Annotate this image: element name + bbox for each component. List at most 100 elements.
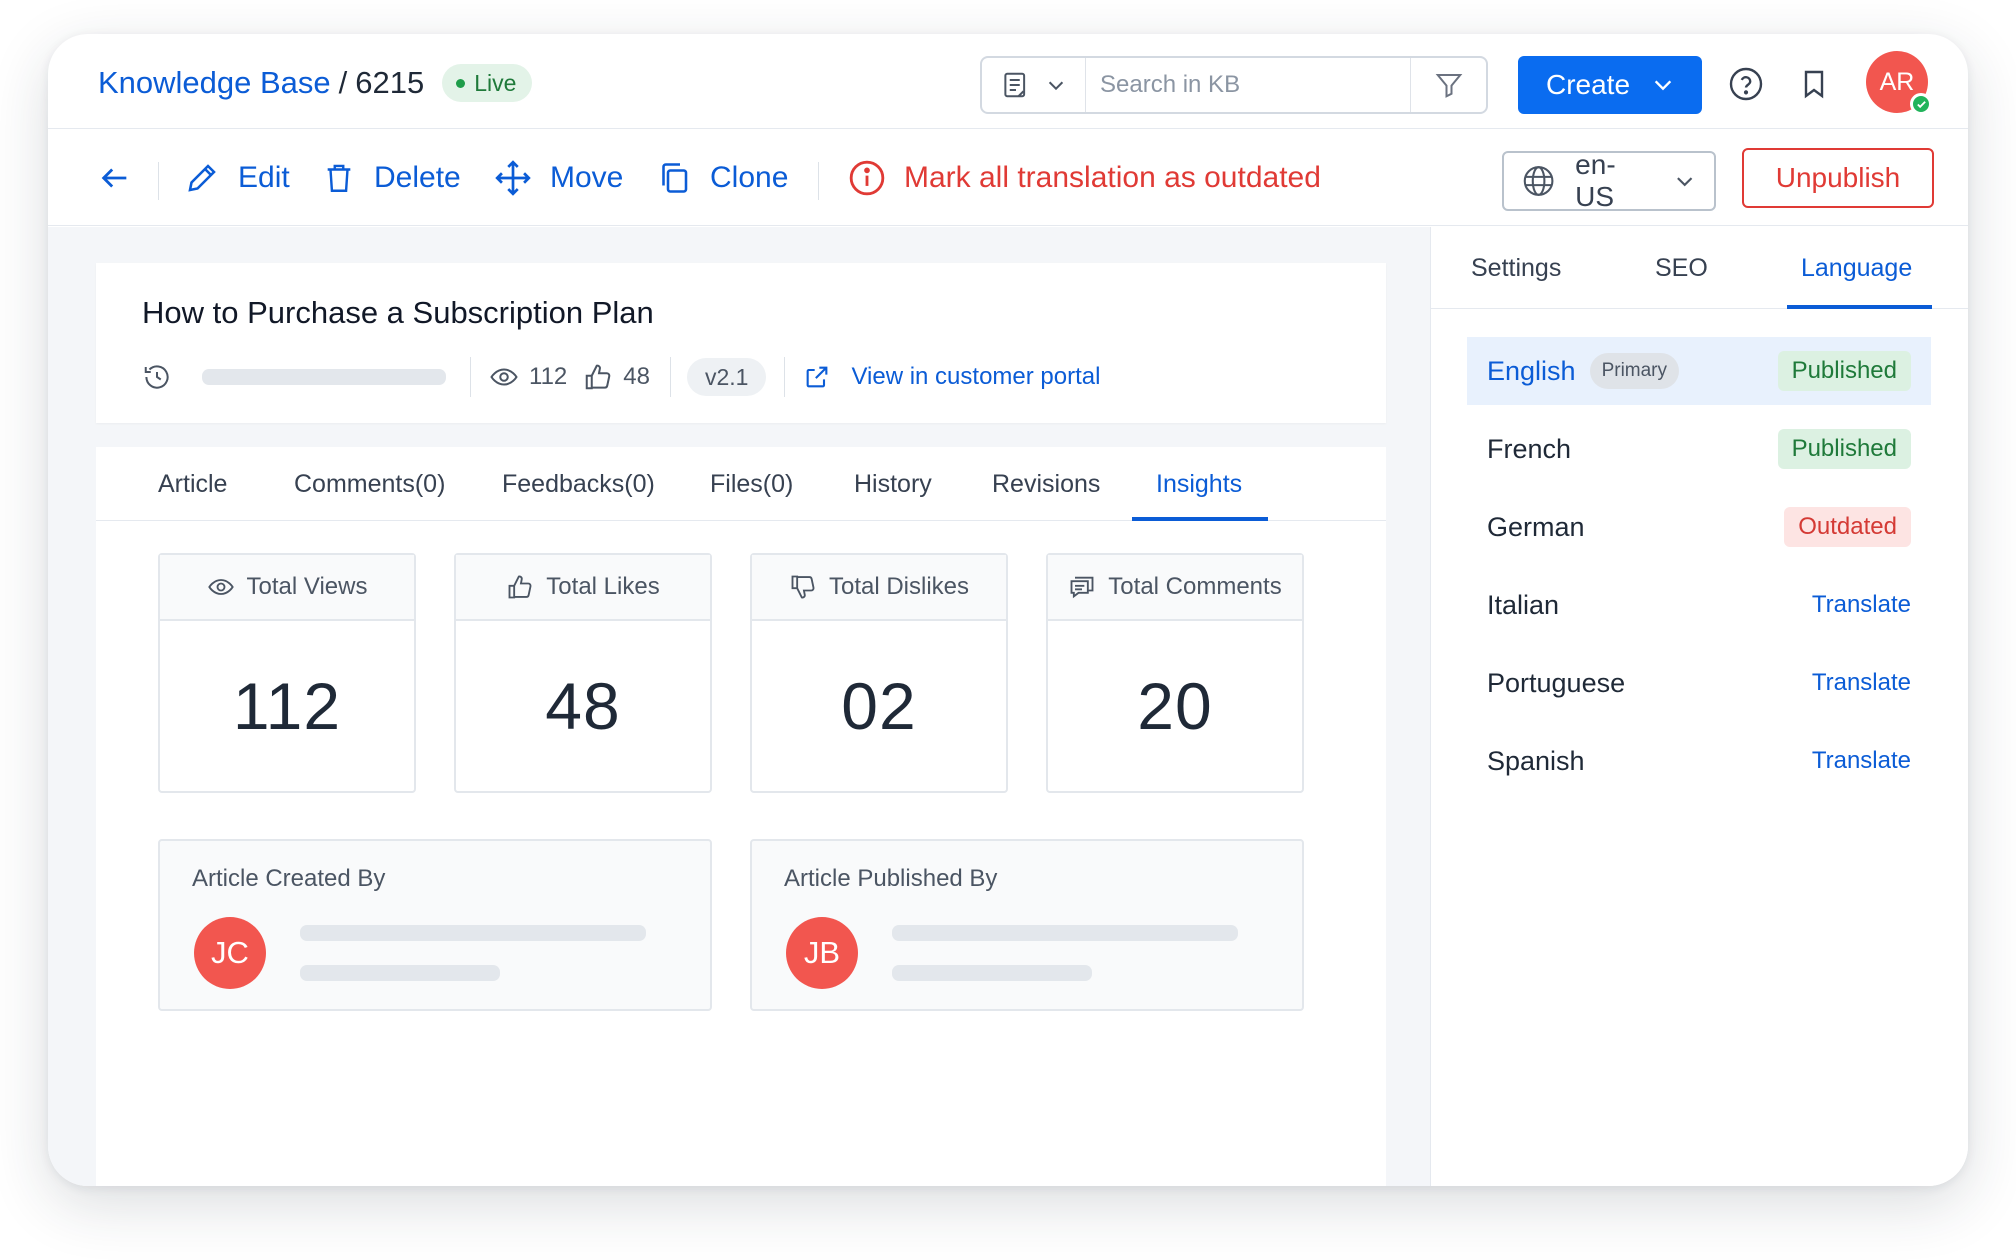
mark-outdated-button[interactable]: Mark all translation as outdated: [848, 130, 1321, 226]
meta-divider: [669, 357, 671, 397]
views-count: 112: [529, 363, 568, 390]
created-by-card: Article Created By JC: [158, 839, 712, 1011]
pencil-icon: [188, 164, 216, 192]
tab-files[interactable]: Files(0): [710, 447, 793, 521]
unpublish-button[interactable]: Unpublish: [1742, 148, 1934, 208]
creator-avatar[interactable]: JC: [194, 917, 266, 989]
help-button[interactable]: [1728, 66, 1764, 107]
translate-link[interactable]: Translate: [1812, 663, 1911, 703]
tab-feedbacks[interactable]: Feedbacks(0): [502, 447, 655, 521]
filter-button[interactable]: [1410, 58, 1486, 112]
unpublish-label: Unpublish: [1775, 162, 1901, 193]
language-name: English: [1487, 355, 1576, 386]
language-row-portuguese: Portuguese Translate: [1467, 649, 1931, 717]
status-badge: Published: [1777, 351, 1911, 391]
create-button[interactable]: Create: [1518, 56, 1702, 114]
stat-card-header: Total Dislikes: [752, 555, 1006, 621]
live-dot-icon: [456, 78, 466, 88]
globe-icon: [1523, 166, 1554, 196]
breadcrumb-separator: /: [338, 65, 348, 100]
breadcrumb-knowledge-base-link[interactable]: Knowledge Base: [98, 65, 331, 101]
history-icon[interactable]: [142, 362, 172, 392]
back-button[interactable]: [98, 130, 132, 226]
language-name: Spanish: [1487, 745, 1585, 776]
main-content: How to Purchase a Subscription Plan 112 …: [48, 227, 1430, 1186]
tab-seo[interactable]: SEO: [1655, 227, 1708, 309]
arrow-left-icon: [101, 168, 127, 188]
stat-label: Total Comments: [1108, 573, 1282, 600]
edit-button[interactable]: Edit: [184, 130, 290, 226]
bookmark-button[interactable]: [1798, 66, 1830, 107]
language-row-italian: Italian Translate: [1467, 571, 1931, 639]
translate-link[interactable]: Translate: [1812, 585, 1911, 625]
comments-icon: [1070, 576, 1094, 599]
translate-link[interactable]: Translate: [1812, 741, 1911, 781]
tab-history[interactable]: History: [854, 447, 932, 521]
stat-label: Total Dislikes: [828, 573, 970, 600]
stat-card-views: Total Views 112: [158, 553, 416, 793]
search-scope-dropdown[interactable]: [982, 58, 1086, 112]
delete-button[interactable]: Delete: [322, 130, 461, 226]
top-header: Knowledge Base / 6215 Live Create: [48, 34, 1968, 129]
tab-insights[interactable]: Insights: [1156, 447, 1242, 521]
active-side-tab-indicator: [1787, 305, 1932, 309]
language-name: German: [1487, 511, 1585, 542]
active-tab-indicator: [1132, 517, 1268, 521]
article-tabs-card: Article Comments(0) Feedbacks(0) Files(0…: [96, 447, 1386, 1186]
language-row-french[interactable]: French Published: [1467, 415, 1931, 483]
mark-outdated-label: Mark all translation as outdated: [904, 161, 1321, 194]
published-by-label: Article Published By: [784, 865, 998, 892]
search-input[interactable]: [1086, 58, 1410, 112]
version-badge: v2.1: [686, 358, 767, 396]
article-title: How to Purchase a Subscription Plan: [142, 295, 654, 330]
live-status-badge: Live: [442, 64, 533, 102]
thumbs-down-icon: [791, 575, 815, 599]
locale-select[interactable]: en-US: [1502, 149, 1716, 212]
customer-portal-link[interactable]: View in customer portal: [851, 363, 1100, 391]
filter-icon: [1435, 74, 1462, 98]
locale-value: en-US: [1575, 149, 1616, 212]
stat-card-likes: Total Likes 48: [454, 553, 712, 793]
clone-button[interactable]: Clone: [656, 130, 788, 226]
tab-language[interactable]: Language: [1801, 227, 1912, 309]
breadcrumb: Knowledge Base / 6215 Live: [98, 64, 533, 102]
edit-label: Edit: [238, 161, 290, 194]
tab-settings[interactable]: Settings: [1471, 227, 1561, 309]
settings-side-panel: Settings SEO Language English Primary Pu…: [1430, 227, 1968, 1186]
chevron-down-icon: [1654, 80, 1672, 91]
stat-value: 02: [841, 669, 917, 743]
move-arrows-icon: [495, 160, 531, 196]
user-avatar[interactable]: AR: [1866, 51, 1932, 115]
toolbar-divider: [158, 162, 159, 200]
online-check-icon: [1910, 93, 1932, 115]
help-icon: [1729, 67, 1763, 101]
search-box: [980, 56, 1488, 114]
language-row-german[interactable]: German Outdated: [1467, 493, 1931, 561]
status-badge: Published: [1777, 429, 1911, 469]
tab-article[interactable]: Article: [158, 447, 227, 521]
language-name: Italian: [1487, 589, 1560, 620]
language-row-english[interactable]: English Primary Published: [1467, 337, 1931, 405]
chevron-down-icon: [1048, 81, 1063, 91]
move-button[interactable]: Move: [494, 130, 623, 226]
stat-card-header: Total Likes: [456, 555, 710, 621]
stat-value: 20: [1137, 669, 1213, 743]
thumbs-up-icon: [508, 575, 532, 599]
language-name: French: [1487, 433, 1572, 464]
tab-comments[interactable]: Comments(0): [294, 447, 445, 521]
trash-icon: [327, 164, 351, 192]
publisher-date-placeholder: [892, 965, 1092, 981]
external-link-icon[interactable]: [803, 363, 831, 391]
stat-card-header: Total Views: [160, 555, 414, 621]
stat-card-header: Total Comments: [1048, 555, 1302, 621]
publisher-avatar[interactable]: JB: [786, 917, 858, 989]
publisher-name-placeholder: [892, 925, 1238, 941]
stat-value: 112: [232, 669, 342, 743]
user-initials: AR: [1879, 67, 1915, 96]
stat-value: 48: [545, 669, 621, 743]
meta-divider: [784, 357, 786, 397]
chevron-down-icon: [1676, 177, 1692, 187]
bookmark-icon: [1804, 70, 1824, 99]
clone-label: Clone: [710, 161, 789, 194]
tab-revisions[interactable]: Revisions: [992, 447, 1100, 521]
